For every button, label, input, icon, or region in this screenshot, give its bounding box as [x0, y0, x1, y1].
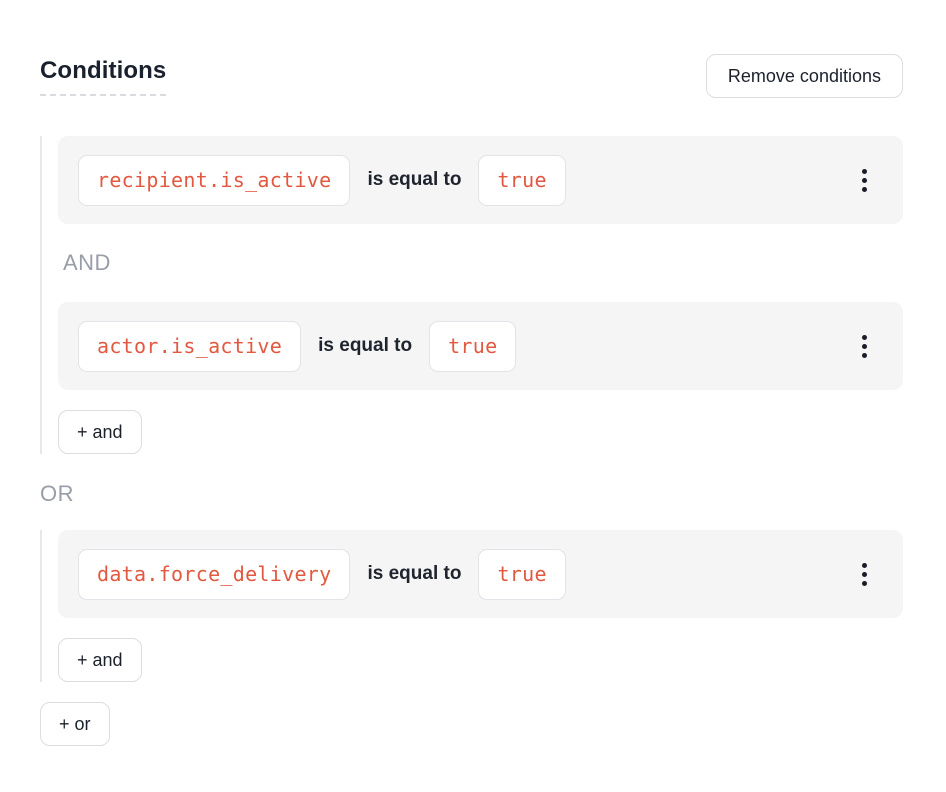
condition-variable-chip[interactable]: actor.is_active: [78, 321, 301, 372]
condition-row: data.force_delivery is equal to true: [58, 530, 903, 618]
condition-value-chip[interactable]: true: [478, 549, 565, 600]
page-title: Conditions: [40, 57, 166, 96]
condition-operator-label: is equal to: [318, 335, 412, 357]
conditions-panel: Conditions Remove conditions recipient.i…: [0, 0, 946, 746]
or-connector-label: OR: [40, 479, 903, 509]
condition-value-chip[interactable]: true: [429, 321, 516, 372]
condition-variable-chip[interactable]: recipient.is_active: [78, 155, 350, 206]
condition-value-chip[interactable]: true: [478, 155, 565, 206]
and-connector-label: AND: [63, 248, 903, 278]
conditions-header: Conditions Remove conditions: [40, 54, 903, 98]
condition-row: actor.is_active is equal to true: [58, 302, 903, 390]
condition-operator-label: is equal to: [367, 563, 461, 585]
condition-group-2: data.force_delivery is equal to true + a…: [40, 530, 903, 682]
condition-group-1: recipient.is_active is equal to true AND…: [40, 136, 903, 454]
condition-row: recipient.is_active is equal to true: [58, 136, 903, 224]
condition-operator-label: is equal to: [367, 169, 461, 191]
kebab-menu-icon[interactable]: [856, 329, 873, 364]
add-and-condition-button[interactable]: + and: [58, 638, 142, 682]
kebab-menu-icon[interactable]: [856, 557, 873, 592]
condition-variable-chip[interactable]: data.force_delivery: [78, 549, 350, 600]
kebab-menu-icon[interactable]: [856, 163, 873, 198]
add-or-group-button[interactable]: + or: [40, 702, 110, 746]
add-and-condition-button[interactable]: + and: [58, 410, 142, 454]
remove-conditions-button[interactable]: Remove conditions: [706, 54, 903, 98]
